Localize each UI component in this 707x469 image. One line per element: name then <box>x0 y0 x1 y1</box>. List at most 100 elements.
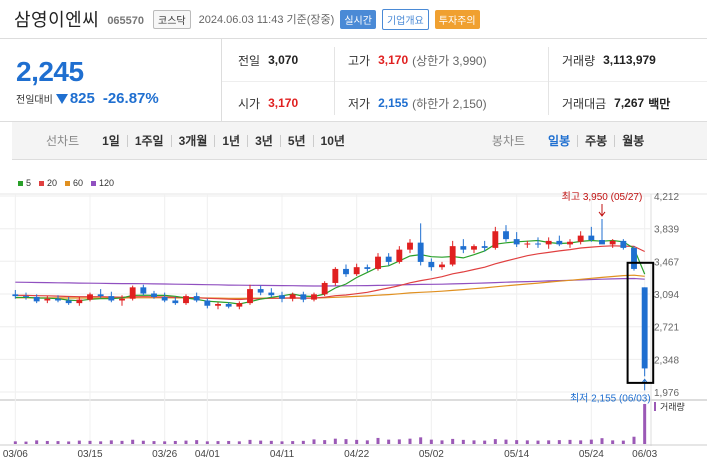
company-overview-button[interactable]: 기업개요 <box>381 8 429 30</box>
candle-body <box>119 298 125 301</box>
candle-body <box>588 235 595 241</box>
price-box: 2,245 전일대비 825 -26.87% <box>0 39 222 123</box>
volume-bar <box>280 441 284 444</box>
candle-body <box>471 246 477 250</box>
candle-body <box>535 243 541 245</box>
candle-body <box>460 246 467 250</box>
candle-body <box>385 256 392 262</box>
x-tick-label: 03/15 <box>77 449 102 460</box>
tab-3y[interactable]: 3년 <box>247 134 280 147</box>
change-percent: -26.87% <box>102 90 159 107</box>
volume-bar <box>227 440 231 444</box>
legend-swatch <box>18 180 23 186</box>
volume-bar <box>621 440 625 444</box>
volume-bar <box>99 441 103 444</box>
volume-legend-swatch <box>654 402 656 411</box>
tab-weekly[interactable]: 주봉 <box>577 134 614 147</box>
change-label: 전일대비 <box>16 95 53 106</box>
candle-body <box>129 287 136 299</box>
candle-body <box>161 296 168 301</box>
quote-column-divider <box>548 47 549 115</box>
volume-bar <box>472 440 476 444</box>
volume-bar <box>515 440 519 444</box>
volume-bar <box>600 438 604 444</box>
candle-body <box>289 294 296 299</box>
volume-bar <box>301 440 305 444</box>
x-tick-label: 03/06 <box>3 449 28 460</box>
candle-body <box>33 296 40 302</box>
volume-bar <box>547 440 551 444</box>
volume-bar <box>632 436 636 444</box>
candle-body <box>87 294 93 300</box>
x-tick-label: 05/14 <box>504 449 529 460</box>
x-tick-label: 04/22 <box>344 449 369 460</box>
volume-bar <box>397 439 401 444</box>
volume-bar <box>173 440 177 444</box>
candle-body <box>620 240 627 248</box>
candle-body <box>236 303 243 307</box>
y-tick-label: 3,467 <box>654 257 679 268</box>
volume-bar <box>237 441 241 444</box>
quote-column-divider <box>334 47 335 115</box>
tab-3m[interactable]: 3개월 <box>170 134 215 147</box>
y-tick-label: 4,212 <box>654 192 679 203</box>
volume-bar <box>323 440 327 444</box>
tab-1y[interactable]: 1년 <box>214 134 247 147</box>
candle-body <box>300 294 307 300</box>
tab-10y[interactable]: 10년 <box>312 134 352 147</box>
volume-bar <box>131 439 135 444</box>
volume-bar <box>312 439 316 444</box>
candle-body <box>343 268 349 275</box>
tab-5y[interactable]: 5년 <box>279 134 313 147</box>
candle-body <box>407 242 413 250</box>
investment-warning-badge: 투자주의 <box>434 9 480 29</box>
volume-bar <box>24 441 28 444</box>
volume-bar <box>184 440 188 444</box>
candle-body <box>23 296 29 298</box>
candle-body <box>609 240 616 245</box>
candle-body <box>279 295 285 299</box>
candle-body <box>108 296 115 301</box>
volume-bar <box>248 439 252 444</box>
stock-header: 삼영이엔씨 065570 코스닥 2024.06.03 11:43 기준(장중)… <box>0 0 707 38</box>
tab-daily[interactable]: 일봉 <box>541 135 577 147</box>
stock-code: 065570 <box>107 15 145 27</box>
stock-name[interactable]: 삼영이엔씨 <box>14 6 99 32</box>
volume-bar <box>195 440 199 444</box>
candle-body <box>257 289 264 293</box>
candle-body <box>172 300 179 304</box>
candle-body <box>193 296 200 301</box>
candle-body <box>556 240 563 245</box>
x-tick-label: 03/26 <box>152 449 177 460</box>
volume-bar <box>365 440 369 444</box>
candle-body <box>97 294 104 297</box>
tab-monthly[interactable]: 월봉 <box>614 134 651 147</box>
volume-bar <box>536 440 540 444</box>
x-tick-label: 06/03 <box>632 449 657 460</box>
volume-bar <box>419 437 423 444</box>
highlight-box <box>626 261 655 384</box>
candlestick-chart[interactable]: 4,212 3,839 3,467 3,094 2,721 2,348 1,976 03/06… <box>0 186 707 469</box>
candle-body <box>65 300 72 304</box>
y-tick-label: 2,721 <box>654 323 679 334</box>
candle-chart-group[interactable]: 봉차트 <box>492 132 525 149</box>
x-tick-label: 04/11 <box>270 449 295 460</box>
volume-bar <box>579 440 583 444</box>
current-price: 2,245 <box>16 56 84 87</box>
volume-bar <box>504 439 508 444</box>
volume-bar <box>355 439 359 444</box>
line-chart-group[interactable]: 선차트 <box>46 132 79 149</box>
volume-bar <box>152 441 156 444</box>
realtime-button[interactable]: 실시간 <box>340 9 376 29</box>
high-annotation: 최고 3,950 (05/27) <box>562 191 643 203</box>
volume-bar <box>216 441 220 444</box>
candle-body <box>12 294 19 297</box>
low-annotation: 최저 2,155 (06/03) <box>570 392 651 404</box>
volume-bar <box>493 439 497 444</box>
volume-bar <box>45 440 49 444</box>
volume-label: 거래량 <box>660 401 685 412</box>
tab-1w[interactable]: 1주일 <box>126 134 171 147</box>
tab-1d[interactable]: 1일 <box>95 135 127 147</box>
candle-body <box>481 246 488 248</box>
x-tick-label: 05/24 <box>579 449 604 460</box>
